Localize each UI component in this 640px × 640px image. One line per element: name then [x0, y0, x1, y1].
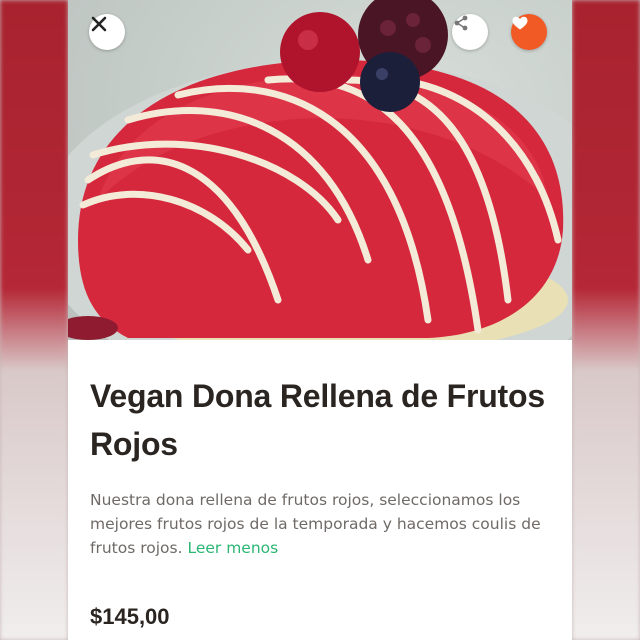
product-info: Vegan Dona Rellena de Frutos Rojos Nuest…: [90, 372, 550, 560]
product-price: $145,00: [90, 604, 170, 629]
read-less-link[interactable]: Leer menos: [187, 539, 278, 557]
favorite-button[interactable]: [511, 14, 547, 50]
product-title: Vegan Dona Rellena de Frutos Rojos: [90, 378, 545, 462]
donut-illustration: [68, 0, 572, 340]
close-icon: [91, 16, 107, 32]
product-description: Nuestra dona rellena de frutos rojos, se…: [90, 488, 550, 560]
background-blur-right: [572, 0, 640, 640]
close-button[interactable]: [89, 14, 125, 50]
share-button[interactable]: [452, 14, 488, 50]
description-text: Nuestra dona rellena de frutos rojos, se…: [90, 491, 541, 557]
heart-icon: [512, 16, 528, 30]
product-image: [68, 0, 572, 340]
background-blur-left: [0, 0, 68, 640]
product-detail-sheet: Vegan Dona Rellena de Frutos Rojos Nuest…: [68, 0, 572, 640]
share-icon: [454, 15, 468, 31]
